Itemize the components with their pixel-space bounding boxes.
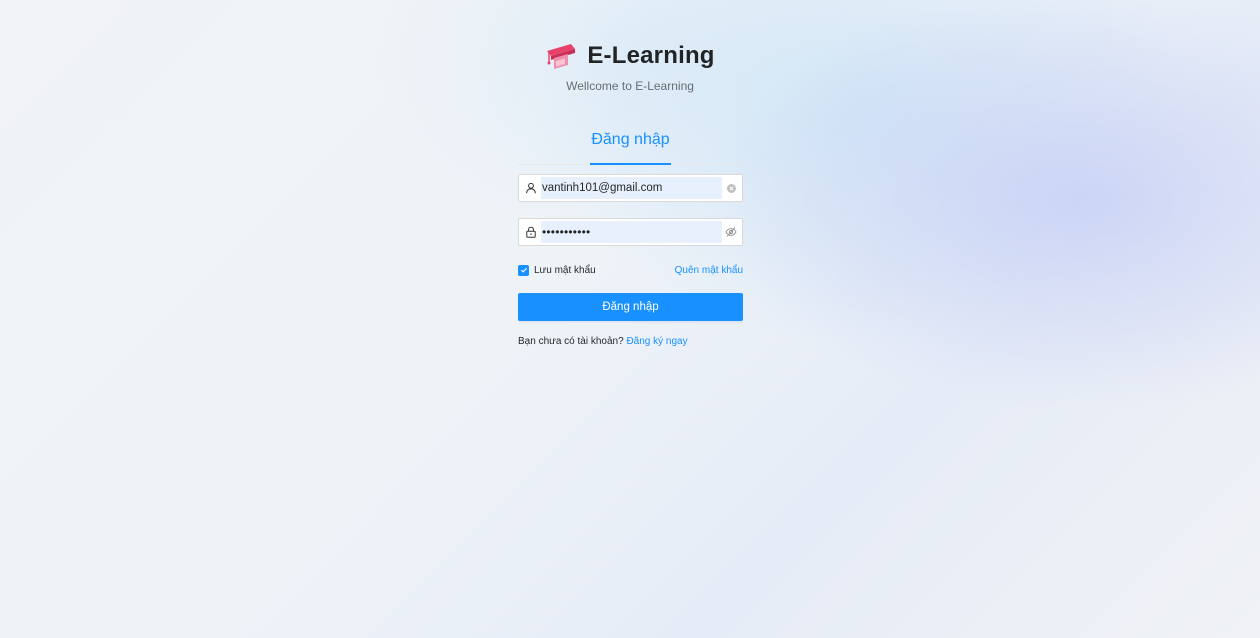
eye-invisible-icon[interactable] (722, 219, 740, 245)
forgot-password-link[interactable]: Quên mật khẩu (675, 265, 743, 276)
email-input[interactable] (541, 182, 722, 194)
graduation-cap-icon (547, 44, 576, 69)
register-prompt-row: Bạn chưa có tài khoản? Đăng ký ngay (518, 336, 688, 347)
login-tabs: Đăng nhập (518, 124, 743, 165)
register-prompt: Bạn chưa có tài khoản? (518, 336, 624, 347)
register-link[interactable]: Đăng ký ngay (626, 336, 687, 347)
tab-login[interactable]: Đăng nhập (590, 131, 671, 165)
user-icon (521, 175, 541, 201)
lock-icon (521, 219, 541, 245)
login-button[interactable]: Đăng nhập (518, 293, 743, 321)
login-options: Lưu mật khẩu Quên mật khẩu (518, 263, 743, 277)
page-header: E-Learning Wellcome to E-Learning (0, 36, 1260, 93)
checkbox-checked-icon[interactable] (518, 264, 529, 276)
brand: E-Learning (545, 36, 714, 76)
remember-checkbox[interactable]: Lưu mật khẩu (518, 264, 596, 276)
password-field[interactable]: ••••••••••• (518, 218, 743, 246)
remember-label: Lưu mật khẩu (534, 264, 596, 276)
password-input[interactable]: ••••••••••• (541, 221, 722, 243)
brand-title: E-Learning (587, 42, 715, 69)
password-value: ••••••••••• (542, 225, 591, 239)
brand-subtitle: Wellcome to E-Learning (566, 79, 694, 93)
email-input-area (541, 177, 722, 199)
tab-active-indicator (590, 163, 671, 165)
clear-icon[interactable] (722, 175, 740, 201)
email-field[interactable] (518, 174, 743, 202)
login-form: Đăng nhập ••••••••••• Lưu mật kh (518, 124, 743, 347)
tab-login-label: Đăng nhập (591, 131, 670, 148)
